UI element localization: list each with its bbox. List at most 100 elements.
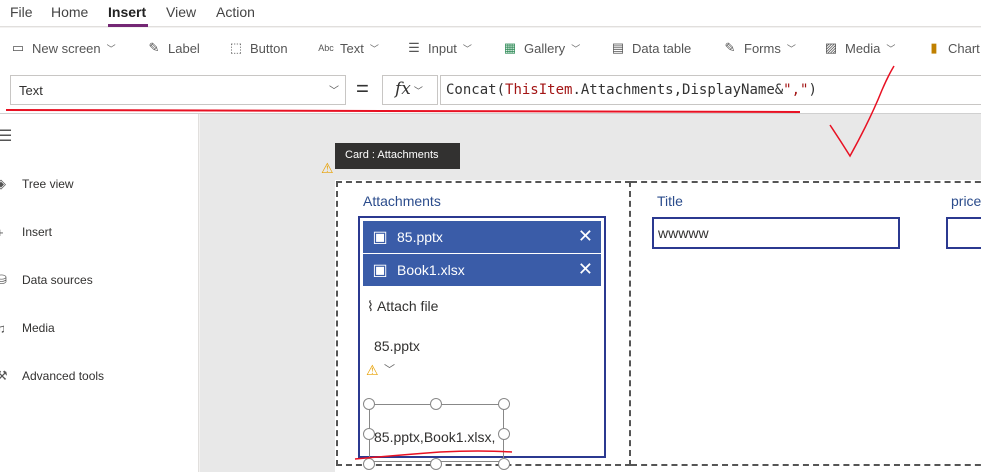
- attachment-name: 85.pptx: [397, 229, 443, 245]
- data-table-label: Data table: [632, 40, 692, 56]
- formula-keyword: ThisItem: [505, 82, 573, 98]
- label-button[interactable]: ✎ Label: [146, 38, 200, 58]
- left-sidebar: ☰ ◈ Tree view + Insert ⛁ Data sources ♫ …: [0, 114, 199, 472]
- fx-icon: fx: [395, 79, 411, 99]
- layers-icon: ◈: [0, 176, 6, 191]
- resize-handle[interactable]: [498, 458, 510, 470]
- gallery-button-label: Gallery: [524, 40, 566, 56]
- charts-button[interactable]: ▮ Chart: [926, 38, 980, 58]
- paperclip-icon: ⌇: [367, 298, 374, 314]
- property-dropdown[interactable]: Text ﹀: [10, 75, 346, 105]
- close-icon[interactable]: ✕: [578, 259, 593, 280]
- hamburger-icon[interactable]: ☰: [0, 126, 12, 146]
- price-input[interactable]: [946, 217, 981, 249]
- chevron-down-icon: ﹀: [462, 43, 472, 54]
- warning-icon: ⚠: [321, 160, 334, 176]
- text-button-label: Text: [340, 40, 364, 56]
- media-button-label: Media: [845, 40, 881, 56]
- active-tab-indicator: [108, 24, 148, 27]
- formula-args: .Attachments,DisplayName&: [572, 82, 784, 98]
- plus-icon: +: [0, 225, 22, 240]
- sidebar-item-media[interactable]: ♫ Media: [0, 318, 55, 338]
- new-screen-button[interactable]: ▭ New screen ﹀: [10, 38, 116, 58]
- text-button[interactable]: Abc Text ﹀: [318, 38, 379, 58]
- label-button-label: Label: [168, 40, 200, 56]
- attachment-name: Book1.xlsx: [397, 262, 465, 278]
- menu-view[interactable]: View: [166, 4, 196, 20]
- pencil-icon: ✎: [148, 40, 160, 55]
- powerpoint-file-icon: ▣: [372, 229, 388, 246]
- title-label: Title: [657, 193, 683, 209]
- chevron-down-icon: ﹀: [106, 43, 116, 54]
- attach-file-button[interactable]: ⌇ Attach file: [367, 298, 438, 315]
- chevron-down-icon: ﹀: [369, 43, 379, 54]
- sidebar-item-label: Advanced tools: [22, 369, 105, 383]
- menu-insert[interactable]: Insert: [108, 4, 146, 20]
- forms-button-label: Forms: [744, 40, 781, 56]
- media-button[interactable]: ▨ Media ﹀: [823, 38, 896, 58]
- button-button[interactable]: ⬚ Button: [228, 38, 288, 58]
- sidebar-item-data-sources[interactable]: ⛁ Data sources: [0, 270, 93, 290]
- database-icon: ⛁: [0, 272, 7, 287]
- sidebar-item-label: Tree view: [22, 177, 74, 191]
- formula-function: Concat(: [446, 82, 506, 98]
- attach-file-label: Attach file: [376, 298, 439, 314]
- formula-close: ): [808, 82, 817, 98]
- sidebar-item-insert[interactable]: + Insert: [0, 222, 52, 242]
- chevron-down-icon: ﹀: [329, 86, 339, 97]
- warning-icon: ⚠: [366, 362, 379, 378]
- card-tooltip: Card : Attachments: [335, 143, 460, 169]
- resize-handle[interactable]: [430, 458, 442, 470]
- menu-action[interactable]: Action: [216, 4, 255, 20]
- bar-chart-icon: ▮: [930, 40, 938, 55]
- property-value: Text: [19, 83, 43, 98]
- input-button[interactable]: ☰ Input ﹀: [406, 38, 472, 58]
- fx-button[interactable]: fx ﹀: [382, 75, 438, 105]
- menu-home[interactable]: Home: [51, 4, 88, 20]
- music-icon: ♫: [0, 320, 6, 336]
- concat-label-value: 85.pptx,Book1.xlsx,: [374, 429, 496, 445]
- menu-bar: File Home Insert View Action: [0, 0, 981, 27]
- data-table-button[interactable]: ▤ Data table: [610, 38, 691, 58]
- chevron-down-icon: ﹀: [571, 43, 581, 54]
- sidebar-item-label: Data sources: [22, 273, 93, 287]
- menu-file[interactable]: File: [10, 4, 33, 20]
- sliders-icon: ☰: [408, 40, 420, 55]
- attachment-item[interactable]: ▣ 85.pptx ✕: [363, 221, 601, 253]
- resize-handle[interactable]: [498, 398, 510, 410]
- chevron-down-icon[interactable]: ﹀: [384, 361, 395, 377]
- attachment-item[interactable]: ▣ Book1.xlsx ✕: [363, 254, 601, 286]
- text-icon: Abc: [318, 43, 334, 53]
- equals-sign: =: [356, 76, 369, 101]
- resize-handle[interactable]: [363, 458, 375, 470]
- new-screen-label: New screen: [32, 40, 101, 56]
- gallery-icon: ▦: [503, 40, 517, 55]
- charts-button-label: Chart: [948, 40, 980, 56]
- sidebar-item-label: Media: [22, 321, 55, 335]
- sidebar-item-advanced-tools[interactable]: ⚒ Advanced tools: [0, 366, 104, 386]
- resize-handle[interactable]: [363, 398, 375, 410]
- sidebar-item-tree-view[interactable]: ◈ Tree view: [0, 174, 74, 194]
- input-button-label: Input: [428, 40, 457, 56]
- chevron-down-icon: ﹀: [886, 43, 896, 54]
- sidebar-item-label: Insert: [22, 225, 53, 239]
- close-icon[interactable]: ✕: [578, 226, 593, 247]
- gallery-button[interactable]: ▦ Gallery ﹀: [502, 38, 580, 58]
- new-screen-icon: ▭: [11, 40, 25, 55]
- image-icon: ▨: [824, 40, 838, 55]
- tools-icon: ⚒: [0, 368, 8, 383]
- formula-string: ",": [783, 82, 809, 98]
- button-button-label: Button: [250, 40, 288, 56]
- price-label: price: [951, 193, 981, 209]
- attachments-label: Attachments: [363, 193, 441, 209]
- dropdown-value: 85.pptx: [374, 338, 420, 354]
- formula-bar: Text ﹀ = fx ﹀ Concat(ThisItem.Attachments…: [0, 66, 981, 114]
- insert-ribbon: ▭ New screen ﹀ ✎ Label ⬚ Button Abc Text…: [0, 28, 981, 66]
- chevron-down-icon: ﹀: [786, 43, 796, 54]
- resize-handle[interactable]: [430, 398, 442, 410]
- title-input[interactable]: wwwww: [652, 217, 900, 249]
- formula-input[interactable]: Concat(ThisItem.Attachments,DisplayName&…: [440, 75, 981, 105]
- forms-button[interactable]: ✎ Forms ﹀: [722, 38, 796, 58]
- excel-file-icon: ▣: [372, 262, 388, 279]
- resize-handle[interactable]: [498, 428, 510, 440]
